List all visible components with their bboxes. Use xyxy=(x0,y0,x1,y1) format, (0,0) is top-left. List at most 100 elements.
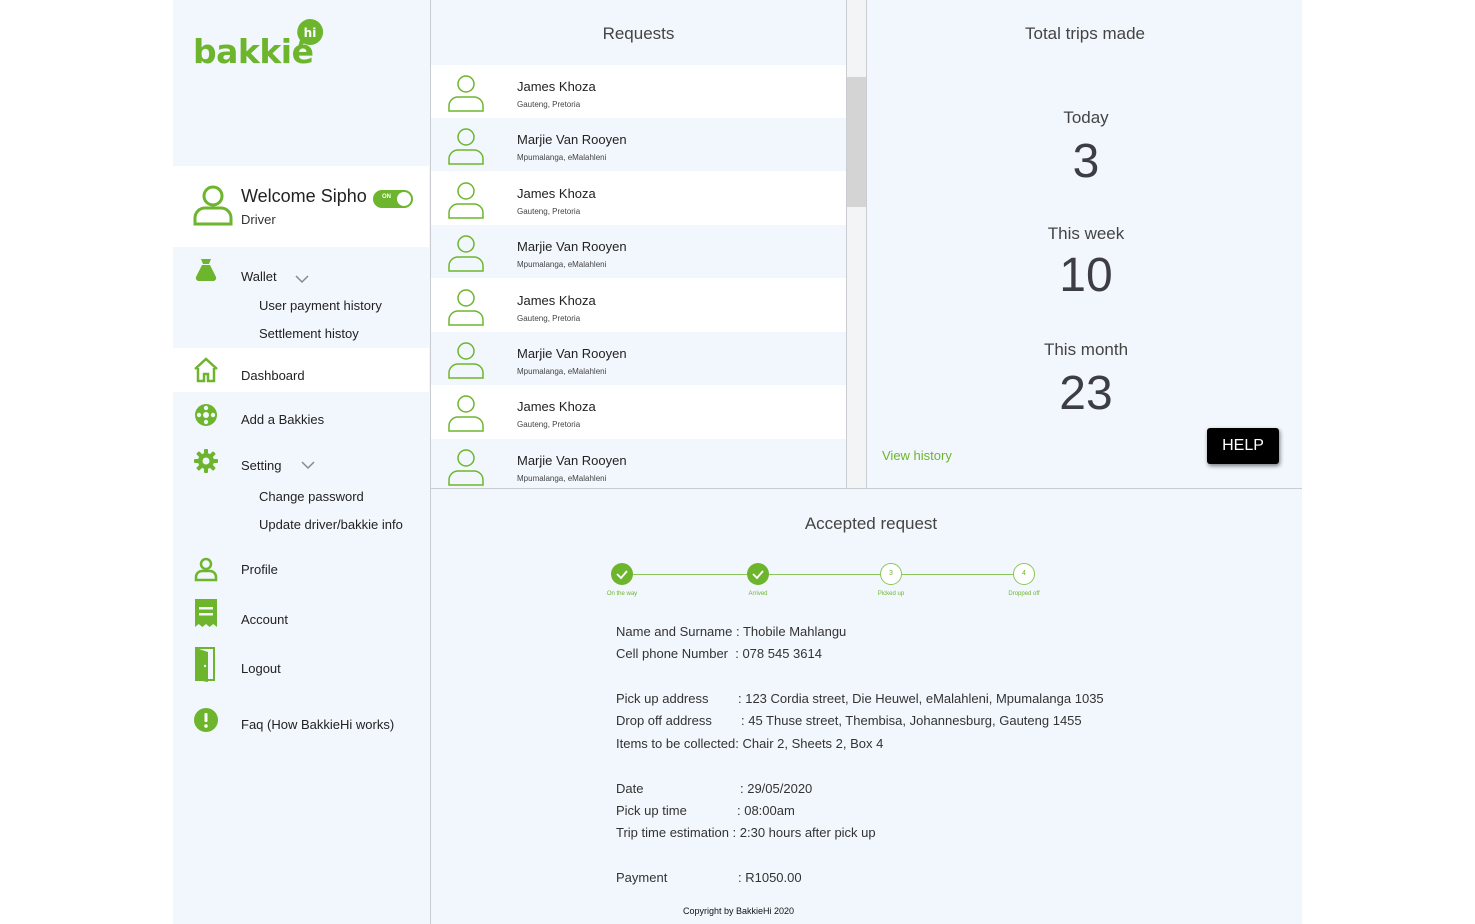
requests-title: Requests xyxy=(602,24,675,43)
requests-list: James Khoza Gauteng, Pretoria Marjie Van R… xyxy=(431,65,846,488)
app-shell: bakkie hi Welcome Sipho Driver ON Wallet… xyxy=(173,0,1302,924)
stat-month-label: This month xyxy=(1043,340,1129,359)
detail-trip-estimate: Trip time estimation : 2:30 hours after … xyxy=(616,825,876,840)
welcome-title: Welcome Sipho xyxy=(241,186,367,206)
detail-pickup-time: Pick up time : 08:00am xyxy=(616,803,795,818)
user-avatar-icon xyxy=(448,449,484,486)
check-icon xyxy=(752,570,764,580)
request-name: Marjie Van Rooyen xyxy=(517,346,627,361)
detail-value: : R1050.00 xyxy=(738,870,802,885)
request-location: Gauteng, Pretoria xyxy=(517,207,581,216)
request-name: James Khoza xyxy=(517,399,596,414)
request-name: James Khoza xyxy=(517,79,596,94)
sidebar-item-label: Add a Bakkies xyxy=(241,412,325,427)
user-role: Driver xyxy=(241,212,276,227)
detail-key: Pick up address xyxy=(616,691,709,706)
stat-month-value: 23 xyxy=(1059,367,1113,420)
detail-key: Drop off address xyxy=(616,713,712,728)
step-connector xyxy=(769,574,880,575)
chevron-down-icon[interactable] xyxy=(295,274,309,284)
request-row[interactable]: Marjie Van Rooyen Mpumalanga, eMalahleni xyxy=(431,225,846,278)
request-row[interactable]: James Khoza Gauteng, Pretoria xyxy=(431,279,846,332)
sidebar-item-profile[interactable]: Profile xyxy=(173,546,429,590)
sidebar-item-faq[interactable]: Faq (How BakkieHi works) xyxy=(173,702,429,746)
detail-value: : 08:00am xyxy=(737,803,795,818)
sidebar-item-account[interactable]: Account xyxy=(173,596,429,640)
request-name: Marjie Van Rooyen xyxy=(517,132,627,147)
chevron-down-icon[interactable] xyxy=(301,460,315,470)
step-connector xyxy=(902,574,1013,575)
detail-payment: Payment : R1050.00 xyxy=(616,870,802,885)
sidebar-item-setting[interactable]: Setting xyxy=(173,442,429,486)
request-row[interactable]: James Khoza Gauteng, Pretoria xyxy=(431,385,846,438)
sidebar-item-label: Dashboard xyxy=(241,368,305,383)
sidebar-subitem-update-info[interactable]: Update driver/bakkie info xyxy=(259,517,403,532)
sidebar-item-label: Logout xyxy=(241,661,281,676)
sidebar: bakkie hi Welcome Sipho Driver ON Wallet… xyxy=(173,0,429,924)
brand-bubble-icon: hi xyxy=(297,18,324,47)
sidebar-subitem-change-password[interactable]: Change password xyxy=(259,489,364,504)
sidebar-item-add-bakkies[interactable]: Add a Bakkies xyxy=(173,396,429,440)
sidebar-subitem-settlement-history[interactable]: Settlement histoy xyxy=(259,326,359,341)
detail-pickup-address: Pick up address : 123 Cordia street, Die … xyxy=(616,691,1104,706)
user-avatar-icon xyxy=(448,235,484,272)
sidebar-item-dashboard[interactable]: Dashboard xyxy=(173,348,429,392)
requests-header: Requests xyxy=(431,0,846,65)
scrollbar-thumb[interactable] xyxy=(847,77,866,207)
detail-date: Date: 29/05/2020 xyxy=(616,781,812,796)
stat-week-value: 10 xyxy=(1059,249,1113,302)
detail-key: Date xyxy=(616,781,644,796)
sidebar-item-label: Wallet xyxy=(241,269,277,284)
sidebar-subitem-user-payment-history[interactable]: User payment history xyxy=(259,298,382,313)
stat-today-label: Today xyxy=(1063,108,1109,127)
request-row[interactable]: Marjie Van Rooyen Mpumalanga, eMalahleni xyxy=(431,439,846,488)
availability-toggle[interactable]: ON xyxy=(373,190,413,208)
welcome-card: Welcome Sipho Driver ON xyxy=(173,166,429,247)
request-row[interactable]: Marjie Van Rooyen Mpumalanga, eMalahleni xyxy=(431,332,846,385)
info-alert-icon xyxy=(194,708,218,732)
step-connector xyxy=(633,574,747,575)
user-avatar-icon xyxy=(448,128,484,165)
user-avatar-icon xyxy=(193,185,233,226)
accepted-request-panel: Accepted request On the way Arrived 3 Pi… xyxy=(430,488,1302,924)
requests-scrollbar[interactable] xyxy=(846,0,867,488)
view-history-link[interactable]: View history xyxy=(882,448,952,463)
sidebar-item-label: Faq (How BakkieHi works) xyxy=(241,717,395,732)
step-picked-up: 3 xyxy=(880,563,902,585)
detail-key: Pick up time xyxy=(616,803,687,818)
user-avatar-icon xyxy=(448,75,484,112)
copyright: Copyright by BakkieHi 2020 xyxy=(683,906,795,916)
detail-key: Payment xyxy=(616,870,668,885)
request-row[interactable]: Marjie Van Rooyen Mpumalanga, eMalahleni xyxy=(431,118,846,171)
detail-cell: Cell phone Number : 078 545 3614 xyxy=(616,646,822,661)
sidebar-item-label: Setting xyxy=(241,458,282,473)
request-location: Gauteng, Pretoria xyxy=(517,314,581,323)
request-location: Mpumalanga, eMalahleni xyxy=(517,474,607,483)
sidebar-item-wallet[interactable]: Wallet xyxy=(173,254,429,298)
detail-name: Name and Surname : Thobile Mahlangu xyxy=(616,624,847,639)
sidebar-item-logout[interactable]: Logout xyxy=(173,646,429,690)
stat-today-value: 3 xyxy=(1072,135,1100,188)
help-button[interactable]: HELP xyxy=(1207,428,1279,464)
user-avatar-icon xyxy=(448,289,484,326)
trip-stats-panel: Total trips made Today 3 This week 10 Th… xyxy=(866,0,1302,488)
request-name: Marjie Van Rooyen xyxy=(517,453,627,468)
step-label: Arrived xyxy=(748,591,768,597)
request-name: Marjie Van Rooyen xyxy=(517,239,627,254)
receipt-icon xyxy=(195,599,217,627)
user-avatar-icon xyxy=(448,342,484,379)
user-avatar-icon xyxy=(448,182,484,219)
trip-progress-stepper: On the way Arrived 3 Picked up 4 Dropped… xyxy=(607,563,1061,603)
brand-logo[interactable]: bakkie hi xyxy=(193,18,333,71)
door-icon xyxy=(195,647,215,682)
request-row[interactable]: James Khoza Gauteng, Pretoria xyxy=(431,172,846,225)
money-bag-icon xyxy=(195,259,217,282)
accepted-title: Accepted request xyxy=(804,514,938,533)
request-location: Gauteng, Pretoria xyxy=(517,420,581,429)
stat-week-label: This week xyxy=(1047,224,1125,243)
detail-value: : 45 Thuse street, Thembisa, Johannesbur… xyxy=(741,713,1082,728)
request-row[interactable]: James Khoza Gauteng, Pretoria xyxy=(431,65,846,118)
home-icon xyxy=(194,357,218,383)
check-icon xyxy=(616,570,628,580)
detail-value: : 123 Cordia street, Die Heuwel, eMalahl… xyxy=(738,691,1104,706)
